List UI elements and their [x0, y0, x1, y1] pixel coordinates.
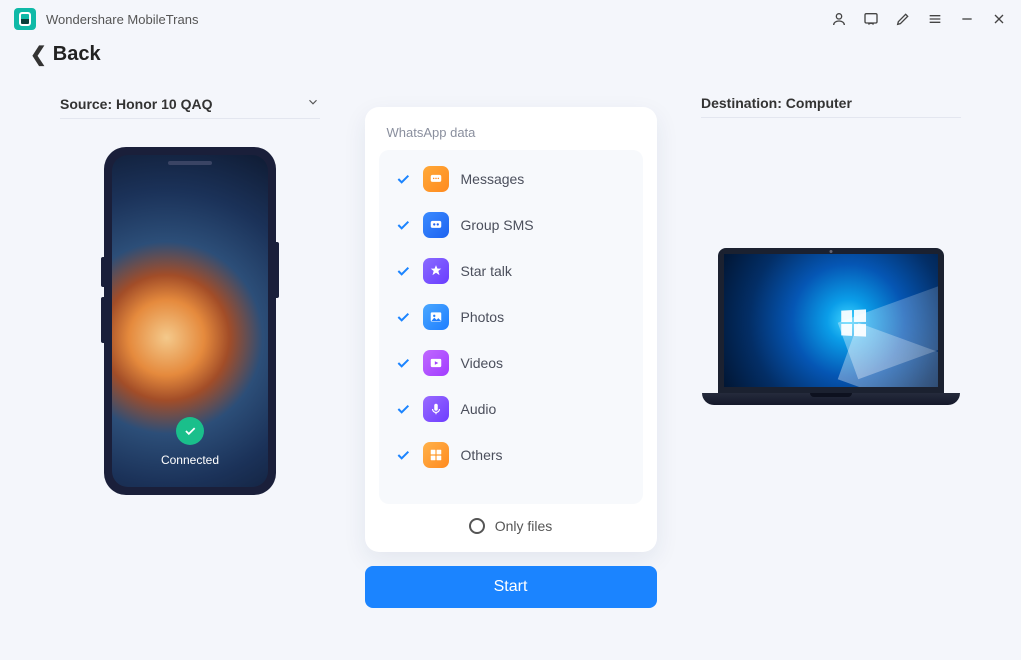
videos-icon: [423, 350, 449, 376]
titlebar-left: Wondershare MobileTrans: [14, 8, 198, 30]
back-label: Back: [53, 43, 101, 66]
connection-status: Connected: [112, 417, 268, 467]
radio-icon: [469, 518, 485, 534]
audio-icon: [423, 396, 449, 422]
destination-header: Destination: Computer: [701, 77, 961, 118]
others-icon: [423, 442, 449, 468]
item-label: Group SMS: [461, 217, 534, 233]
main-area: Source: Honor 10 QAQ Connected WhatsA: [0, 77, 1021, 608]
data-item-videos[interactable]: Videos: [383, 340, 639, 386]
minimize-icon[interactable]: [959, 11, 975, 27]
only-files-option[interactable]: Only files: [379, 504, 643, 538]
chevron-down-icon: [306, 95, 320, 112]
destination-column: Destination: Computer: [701, 77, 961, 608]
data-card: WhatsApp data Messages Group SMS Star talk…: [365, 107, 657, 552]
star-talk-icon: [423, 258, 449, 284]
destination-label: Destination: Computer: [701, 95, 852, 111]
check-icon: [395, 217, 411, 233]
app-icon: [14, 8, 36, 30]
connection-label: Connected: [112, 453, 268, 467]
check-icon: [395, 355, 411, 371]
feedback-icon[interactable]: [863, 11, 879, 27]
titlebar-right: [831, 11, 1007, 27]
data-item-audio[interactable]: Audio: [383, 386, 639, 432]
item-label: Star talk: [461, 263, 512, 279]
data-item-photos[interactable]: Photos: [383, 294, 639, 340]
check-icon: [395, 401, 411, 417]
check-icon: [395, 447, 411, 463]
menu-icon[interactable]: [927, 11, 943, 27]
item-label: Photos: [461, 309, 505, 325]
check-icon: [395, 171, 411, 187]
destination-device-laptop: [702, 248, 960, 405]
start-button[interactable]: Start: [365, 566, 657, 608]
data-panel: WhatsApp data Messages Group SMS Star talk…: [365, 107, 657, 608]
data-item-messages[interactable]: Messages: [383, 156, 639, 202]
back-button[interactable]: ❮ Back: [30, 42, 101, 67]
data-item-star-talk[interactable]: Star talk: [383, 248, 639, 294]
panel-title: WhatsApp data: [379, 125, 643, 150]
windows-icon: [841, 309, 866, 336]
titlebar: Wondershare MobileTrans: [0, 0, 1021, 38]
app-title: Wondershare MobileTrans: [46, 12, 198, 27]
source-label: Source: Honor 10 QAQ: [60, 96, 212, 112]
check-icon: [395, 309, 411, 325]
account-icon[interactable]: [831, 11, 847, 27]
item-label: Videos: [461, 355, 504, 371]
close-icon[interactable]: [991, 11, 1007, 27]
group-sms-icon: [423, 212, 449, 238]
chevron-left-icon: ❮: [30, 42, 47, 67]
check-icon: [395, 263, 411, 279]
item-label: Messages: [461, 171, 525, 187]
source-device-phone: Connected: [104, 147, 276, 495]
item-label: Audio: [461, 401, 497, 417]
edit-icon[interactable]: [895, 11, 911, 27]
only-files-label: Only files: [495, 518, 553, 534]
messages-icon: [423, 166, 449, 192]
data-list: Messages Group SMS Star talk Photos Videos Au…: [379, 150, 643, 504]
item-label: Others: [461, 447, 503, 463]
data-item-group-sms[interactable]: Group SMS: [383, 202, 639, 248]
start-label: Start: [494, 578, 528, 596]
source-column: Source: Honor 10 QAQ Connected: [60, 77, 320, 608]
back-row: ❮ Back: [0, 38, 1021, 77]
data-item-others[interactable]: Others: [383, 432, 639, 478]
check-circle-icon: [176, 417, 204, 445]
source-header[interactable]: Source: Honor 10 QAQ: [60, 77, 320, 119]
photos-icon: [423, 304, 449, 330]
phone-screen: Connected: [112, 155, 268, 487]
